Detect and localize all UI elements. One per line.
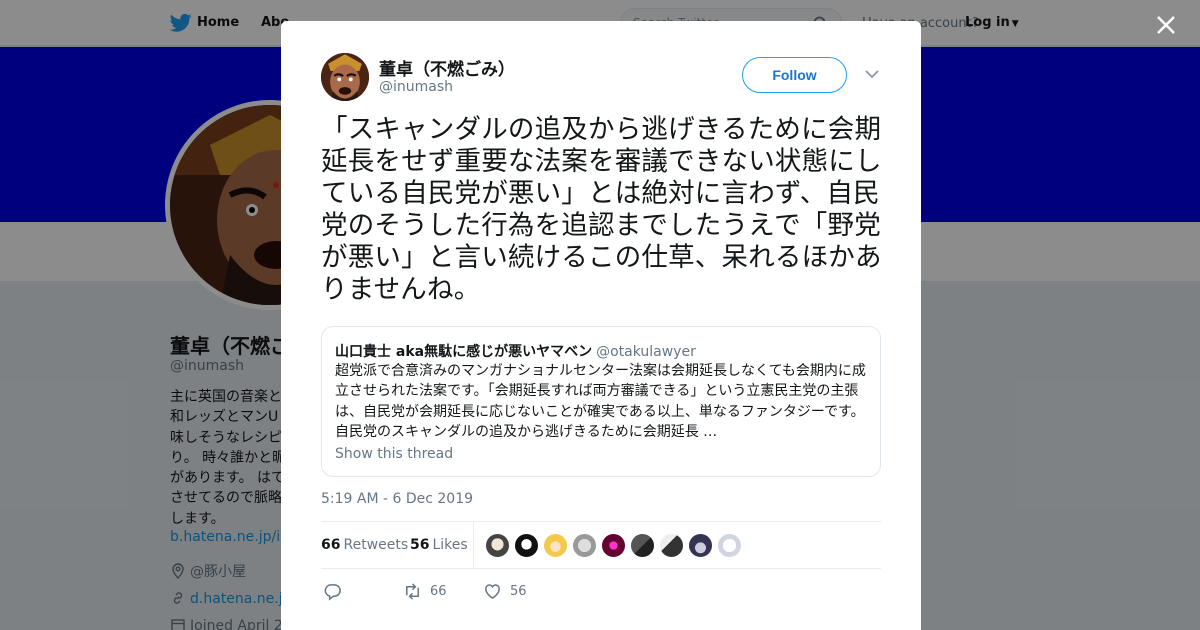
like-button[interactable]: 56 xyxy=(483,581,527,601)
quoted-tweet-text: 超党派で合意済みのマンガナショナルセンター法案は会期延長しなくても会期内に成立さ… xyxy=(335,363,866,440)
tweet-actions: 66 56 xyxy=(321,581,881,601)
liker-avatar[interactable] xyxy=(659,533,684,558)
tweet-text: 「スキャンダルの追及から逃げきるために会期延長をせず重要な法案を審議できない状態… xyxy=(321,114,882,305)
likes-label: Likes xyxy=(432,537,468,553)
liker-avatar[interactable] xyxy=(572,533,597,558)
liker-avatar[interactable] xyxy=(601,533,626,558)
quoted-author-name: 山口貴士 aka無駄に感じが悪いヤマベン xyxy=(335,344,593,360)
likes-stat[interactable]: 56 Likes xyxy=(410,537,468,553)
tweet-author-avatar[interactable] xyxy=(321,53,369,101)
close-icon[interactable] xyxy=(1152,11,1180,39)
retweet-icon xyxy=(406,582,419,600)
liker-avatar[interactable] xyxy=(717,533,742,558)
retweet-button[interactable]: 66 xyxy=(403,581,447,601)
follow-button[interactable]: Follow xyxy=(742,57,847,93)
liker-avatar[interactable] xyxy=(630,533,655,558)
quoted-author-handle: @otakulawyer xyxy=(596,344,696,360)
retweets-stat[interactable]: 66 Retweets xyxy=(321,537,408,553)
chevron-down-icon[interactable] xyxy=(865,69,879,79)
tweet-author-name[interactable]: 董卓（不燃ごみ） xyxy=(379,55,515,80)
tweet-modal: 董卓（不燃ごみ） @inumash Follow 「スキャンダルの追及から逃げき… xyxy=(281,21,921,630)
retweets-label: Retweets xyxy=(343,537,409,553)
stats-divider xyxy=(473,522,474,569)
quoted-tweet[interactable]: 山口貴士 aka無駄に感じが悪いヤマベン @otakulawyer 超党派で合意済… xyxy=(321,326,881,477)
liker-avatar[interactable] xyxy=(688,533,713,558)
like-action-count: 56 xyxy=(510,583,527,599)
retweets-count: 66 xyxy=(321,537,341,553)
heart-icon xyxy=(485,583,500,599)
liker-avatar[interactable] xyxy=(543,533,568,558)
tweet-stats: 66 Retweets 56 Likes xyxy=(321,521,881,569)
retweet-action-count: 66 xyxy=(430,583,447,599)
tweet-author-handle[interactable]: @inumash xyxy=(379,79,453,95)
show-thread-link[interactable]: Show this thread xyxy=(335,446,453,462)
tweet-timestamp[interactable]: 5:19 AM - 6 Dec 2019 xyxy=(321,491,473,507)
avatar-illustration xyxy=(321,53,369,101)
quoted-tweet-header: 山口貴士 aka無駄に感じが悪いヤマベン @otakulawyer xyxy=(335,341,696,361)
liker-avatar[interactable] xyxy=(514,533,539,558)
reply-button[interactable] xyxy=(323,581,350,601)
reply-icon xyxy=(324,583,341,601)
liker-avatar[interactable] xyxy=(485,533,510,558)
likes-count: 56 xyxy=(410,537,430,553)
